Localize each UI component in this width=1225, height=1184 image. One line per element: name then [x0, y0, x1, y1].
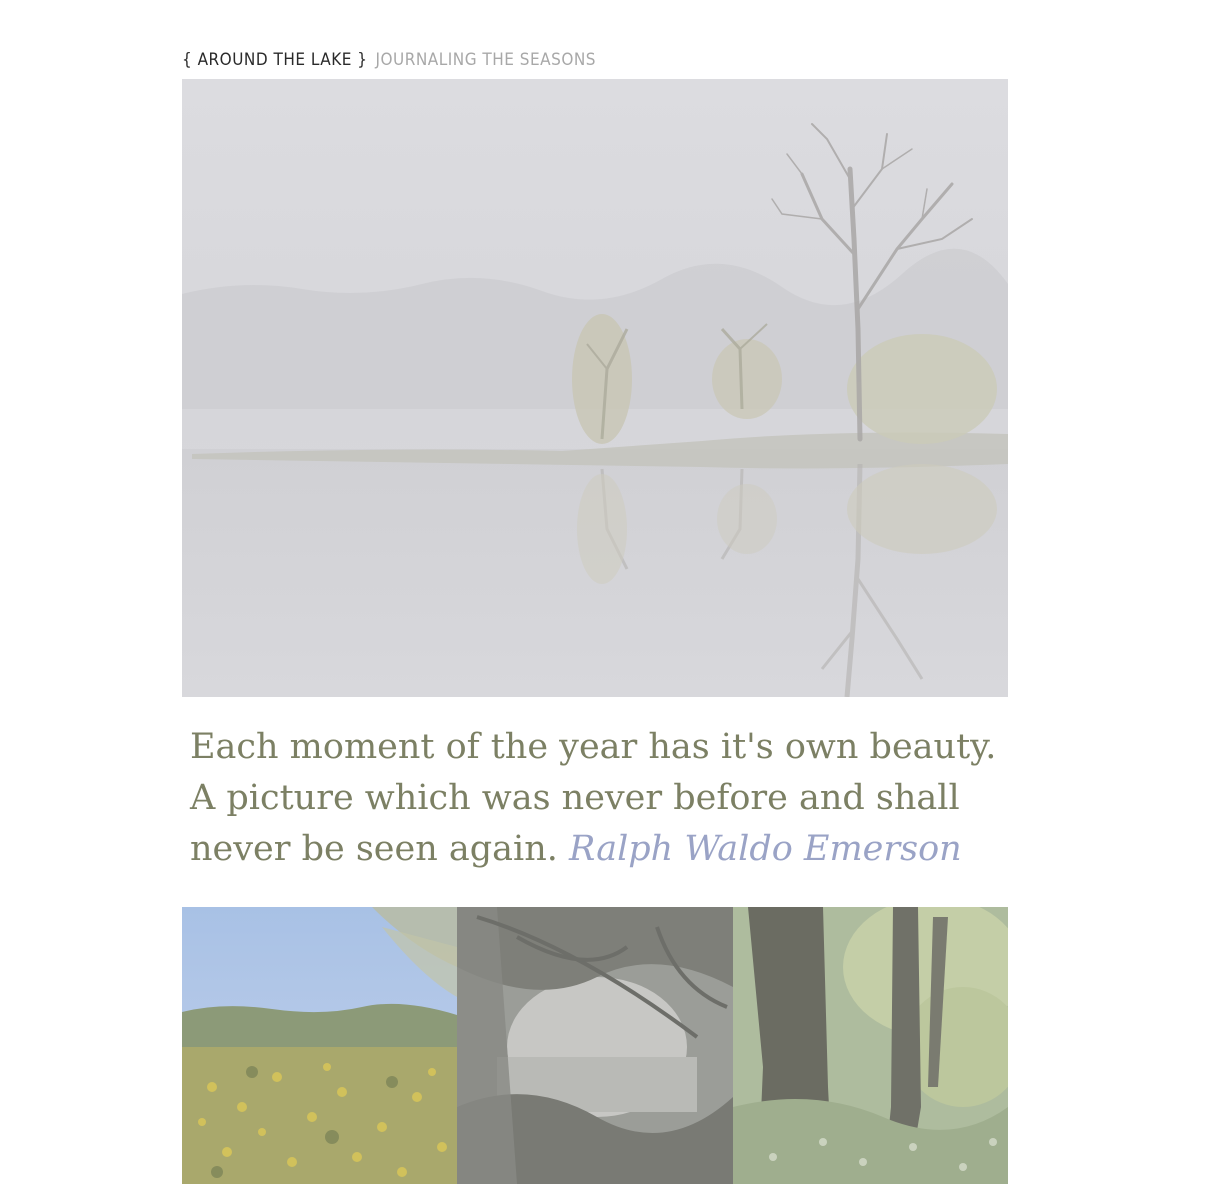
thumbnail-lake-through-trees[interactable]: [457, 907, 733, 1184]
foggy-lake-image: [182, 79, 1008, 697]
thumbnail-row: [182, 907, 1008, 1184]
hero-image: [182, 79, 1008, 697]
wildflowers-image: [182, 907, 457, 1184]
thumbnail-wildflowers[interactable]: [182, 907, 457, 1184]
quote-author: Ralph Waldo Emerson: [569, 829, 962, 869]
site-header: { AROUND THE LAKE } JOURNALING THE SEASO…: [182, 50, 596, 78]
lake-through-trees-image: [457, 907, 733, 1184]
quote-block: Each moment of the year has it's own bea…: [190, 722, 1000, 875]
page: { AROUND THE LAKE } JOURNALING THE SEASO…: [0, 0, 1225, 1184]
site-tagline: JOURNALING THE SEASONS: [375, 50, 597, 70]
tree-trunks-image: [733, 907, 1008, 1184]
site-title-link[interactable]: { AROUND THE LAKE }: [182, 50, 367, 70]
thumbnail-tree-trunks[interactable]: [733, 907, 1008, 1184]
